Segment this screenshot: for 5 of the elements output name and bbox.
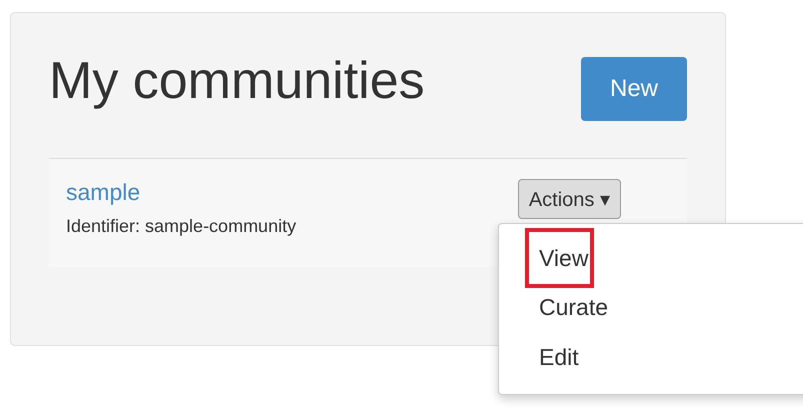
community-identifier: Identifier: sample-community xyxy=(66,216,296,237)
page-title: My communities xyxy=(49,51,425,111)
new-button[interactable]: New xyxy=(581,57,687,121)
actions-button[interactable]: Actions ▾ xyxy=(518,179,621,219)
menu-item[interactable]: Edit xyxy=(499,332,803,382)
